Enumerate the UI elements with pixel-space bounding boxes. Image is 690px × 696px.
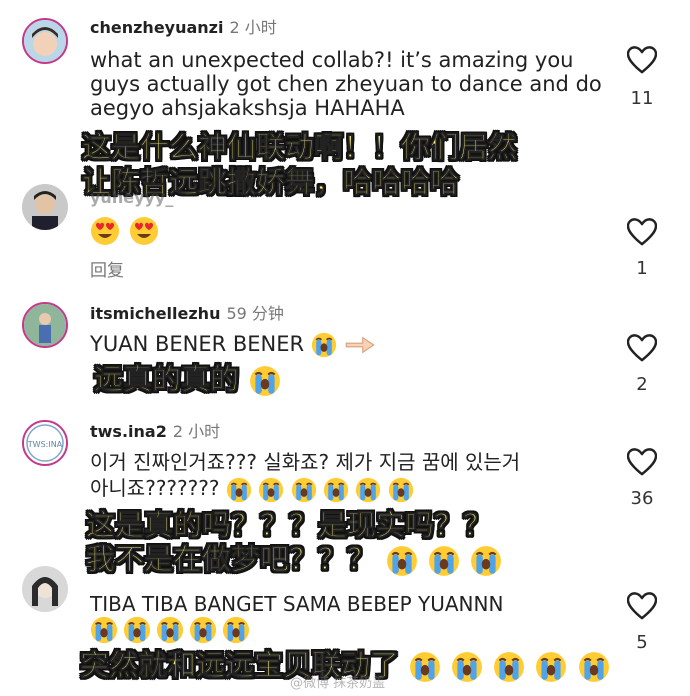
emoji-row	[90, 216, 159, 246]
heart-eyes-icon	[90, 216, 120, 246]
crying-face-icon	[291, 477, 317, 503]
avatar[interactable]	[22, 302, 68, 348]
comment-text-row: 아니죠???????	[90, 476, 605, 503]
avatar[interactable]	[22, 18, 68, 64]
avatar-text: TWS:INA	[27, 440, 63, 449]
crying-face-icon	[355, 477, 381, 503]
subtitle-line: 远真的真的	[94, 362, 281, 397]
crying-face-icon	[123, 616, 151, 644]
reply-button[interactable]: 回复	[90, 256, 124, 281]
username[interactable]: itsmichellezhu 59 分钟	[90, 300, 284, 324]
comment-text: what an unexpected collab?! it’s amazing…	[90, 48, 602, 120]
subtitle-line: 这是什么神仙联动啊！！你们居然	[82, 130, 518, 165]
heart-eyes-icon	[129, 216, 159, 246]
avatar[interactable]	[22, 566, 68, 612]
timestamp: 2 小时	[172, 422, 221, 441]
crying-face-icon	[428, 545, 460, 577]
avatar[interactable]: TWS:INA	[22, 420, 68, 466]
username[interactable]: yuheyyy_	[90, 188, 173, 207]
avatar-image	[24, 20, 66, 62]
watermark: @微博 抹茶奶盖	[290, 676, 386, 691]
comment-text: TIBA TIBA BANGET SAMA BEBEP YUANNN	[90, 592, 504, 616]
like-count: 2	[636, 374, 648, 395]
like-count: 36	[630, 488, 654, 509]
username-text: yuheyyy_	[90, 188, 174, 207]
crying-face-icon	[409, 651, 441, 683]
comment-text: 이거 진짜인거죠??? 실화죠? 제가 지금 꿈에 있는거	[90, 450, 521, 474]
comment-text: 아니죠???????	[90, 476, 220, 500]
crying-face-icon	[249, 365, 281, 397]
crying-face-icon	[578, 651, 610, 683]
username-text: tws.ina2	[90, 422, 167, 441]
crying-face-icon	[90, 616, 118, 644]
crying-face-icon	[311, 332, 337, 358]
avatar[interactable]	[22, 184, 68, 230]
avatar-image	[22, 184, 68, 230]
like-count: 11	[630, 88, 654, 109]
crying-face-icon	[226, 477, 252, 503]
crying-face-icon	[222, 616, 250, 644]
avatar-image	[22, 566, 68, 612]
pointing-hand-icon	[344, 334, 376, 356]
crying-face-icon	[388, 477, 414, 503]
heart-icon[interactable]	[627, 218, 657, 246]
like-count: 5	[636, 632, 648, 653]
username[interactable]: chenzheyuanzi 2 小时	[90, 14, 277, 38]
comment-text-row: YUAN BENER BENER	[90, 332, 605, 358]
crying-face-icon	[189, 616, 217, 644]
crying-face-icon	[156, 616, 184, 644]
crying-face-icon	[535, 651, 567, 683]
crying-face-icon	[323, 477, 349, 503]
heart-icon[interactable]	[627, 448, 657, 476]
subtitle-text: 远真的真的	[94, 362, 240, 397]
avatar-image: TWS:INA	[24, 422, 66, 464]
emoji-row	[90, 616, 250, 644]
username-text: itsmichellezhu	[90, 304, 221, 323]
timestamp: 59 分钟	[226, 304, 284, 323]
crying-face-icon	[470, 545, 502, 577]
subtitle-line: 我不是在做梦吧？？？	[86, 542, 502, 577]
subtitle-text: 我不是在做梦吧？？？	[86, 542, 377, 577]
heart-icon[interactable]	[627, 334, 657, 362]
heart-icon[interactable]	[627, 46, 657, 74]
crying-face-icon	[493, 651, 525, 683]
timestamp: 2 小时	[229, 18, 277, 37]
subtitle-line: 这是真的吗？？？是现实吗？？	[86, 508, 493, 543]
comment-text: YUAN BENER BENER	[90, 332, 305, 356]
crying-face-icon	[451, 651, 483, 683]
username-text: chenzheyuanzi	[90, 18, 224, 37]
heart-icon[interactable]	[627, 592, 657, 620]
like-count: 1	[636, 258, 648, 279]
username[interactable]: tws.ina2 2 小时	[90, 418, 220, 442]
avatar-image	[24, 304, 66, 346]
crying-face-icon	[386, 545, 418, 577]
crying-face-icon	[258, 477, 284, 503]
